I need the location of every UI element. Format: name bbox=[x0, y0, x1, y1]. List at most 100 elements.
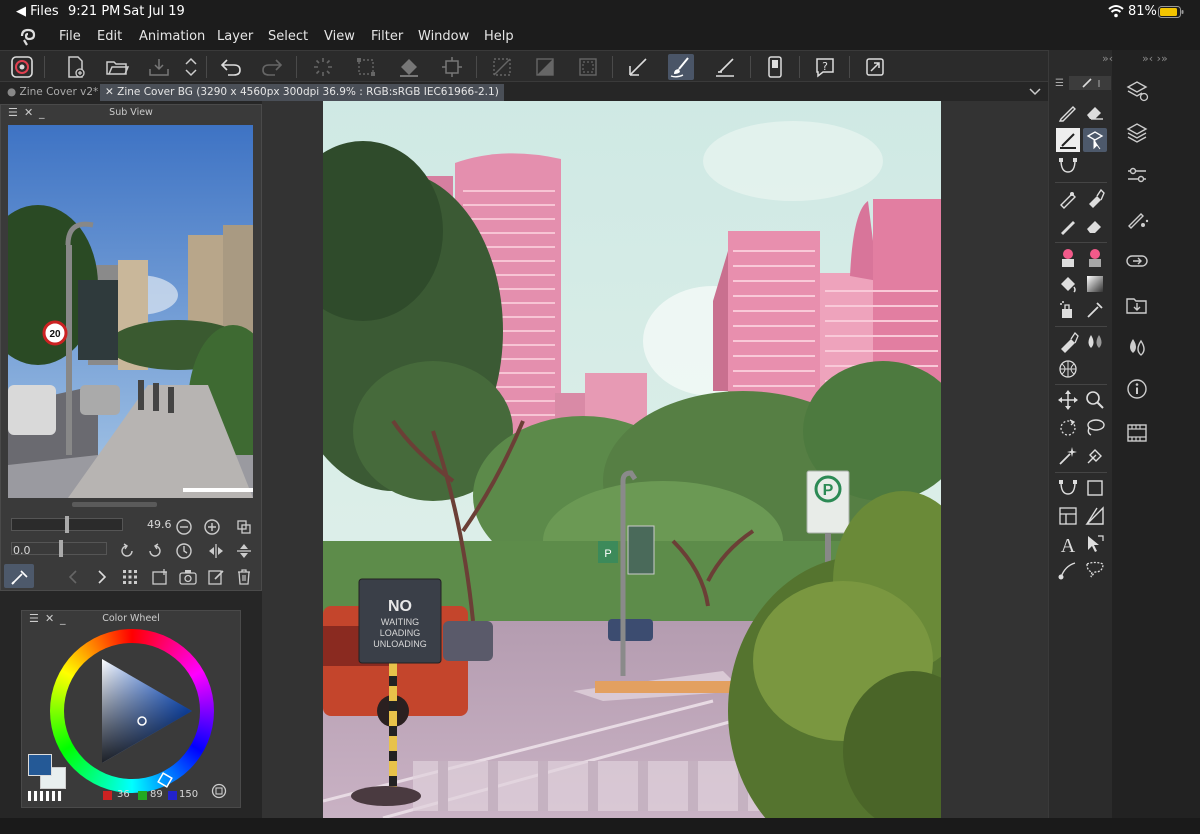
fill-bucket-tool-icon[interactable] bbox=[1056, 272, 1080, 296]
edit-image-icon[interactable] bbox=[206, 567, 226, 587]
rotation-slider[interactable] bbox=[11, 540, 107, 557]
correct-line-tool-icon[interactable] bbox=[1056, 558, 1080, 582]
eraser-tool-icon[interactable] bbox=[1083, 100, 1107, 124]
zoom-slider[interactable] bbox=[11, 516, 123, 533]
layer-select-tool-icon[interactable] bbox=[1083, 128, 1107, 152]
clip-studio-logo-icon[interactable] bbox=[18, 27, 38, 47]
brush-size-icon[interactable] bbox=[1124, 206, 1150, 232]
ruler-icon[interactable] bbox=[712, 54, 738, 80]
zoom-slider-handle[interactable] bbox=[65, 516, 69, 533]
rotate-tool-icon[interactable] bbox=[1056, 416, 1080, 440]
menu-file[interactable]: File bbox=[59, 29, 81, 44]
fill-brush-tool-icon[interactable] bbox=[1056, 128, 1080, 152]
curve-tool-icon[interactable] bbox=[1056, 154, 1080, 178]
eyedropper-button[interactable] bbox=[4, 564, 34, 588]
operation-tool-icon[interactable] bbox=[1083, 532, 1107, 556]
navigator-icon[interactable] bbox=[1124, 248, 1150, 274]
airbrush-tool-icon[interactable] bbox=[1056, 298, 1080, 322]
menu-select[interactable]: Select bbox=[268, 29, 308, 44]
expand-arrows-icon[interactable] bbox=[178, 54, 204, 80]
bezier-curve-tool-icon[interactable] bbox=[1056, 476, 1080, 500]
menu-view[interactable]: View bbox=[324, 29, 355, 44]
app-logo-icon[interactable] bbox=[9, 54, 35, 80]
menu-edit[interactable]: Edit bbox=[97, 29, 122, 44]
tool-palette-menu-icon[interactable]: ☰ bbox=[1055, 78, 1064, 89]
rotate-left-icon[interactable] bbox=[117, 541, 137, 561]
camera-icon[interactable] bbox=[178, 567, 198, 587]
show-selection-icon[interactable] bbox=[575, 54, 601, 80]
material-icon[interactable] bbox=[1124, 292, 1150, 318]
previous-image-icon[interactable] bbox=[63, 567, 83, 587]
text-tool-icon[interactable]: A bbox=[1056, 532, 1080, 556]
blend-tool-icon[interactable] bbox=[1056, 330, 1080, 354]
open-file-icon[interactable] bbox=[104, 54, 130, 80]
fill-icon[interactable] bbox=[396, 54, 422, 80]
trash-icon[interactable] bbox=[234, 567, 254, 587]
tool-tab[interactable] bbox=[1069, 76, 1111, 90]
tab-zine-cover-bg[interactable]: ✕ Zine Cover BG (3290 x 4560px 300dpi 36… bbox=[100, 84, 504, 101]
pen-pressure-icon[interactable] bbox=[625, 54, 651, 80]
tab-zine-cover-v2[interactable]: ● Zine Cover v2* bbox=[2, 84, 103, 101]
brush-icon[interactable] bbox=[668, 54, 694, 80]
blur-tool-icon[interactable] bbox=[1083, 330, 1107, 354]
menu-layer[interactable]: Layer bbox=[217, 29, 253, 44]
color-mode-icon[interactable] bbox=[211, 783, 227, 799]
gradient-tool-icon[interactable] bbox=[1083, 272, 1107, 296]
clear-selection-icon[interactable] bbox=[489, 54, 515, 80]
photo-scrollbar[interactable] bbox=[72, 502, 157, 507]
hue-ring[interactable] bbox=[50, 629, 214, 793]
loading-icon[interactable] bbox=[310, 54, 336, 80]
ink-pen-tool-icon[interactable] bbox=[1056, 214, 1080, 238]
magic-wand-tool-icon[interactable] bbox=[1056, 444, 1080, 468]
save-icon[interactable] bbox=[146, 54, 172, 80]
smartphone-icon[interactable] bbox=[762, 54, 788, 80]
main-color-swatch[interactable] bbox=[28, 754, 52, 776]
flip-vertical-icon[interactable] bbox=[234, 541, 254, 561]
new-file-icon[interactable] bbox=[62, 54, 88, 80]
menu-animation[interactable]: Animation bbox=[139, 29, 205, 44]
decoration-tool-2-icon[interactable] bbox=[1083, 246, 1107, 270]
zoom-tool-icon[interactable] bbox=[1083, 388, 1107, 412]
tab-close-icon[interactable]: ✕ bbox=[105, 86, 117, 98]
fullscreen-icon[interactable] bbox=[862, 54, 888, 80]
pencil-tool-icon[interactable] bbox=[1056, 186, 1080, 210]
rotate-right-icon[interactable] bbox=[145, 541, 165, 561]
layer-properties-icon[interactable] bbox=[1124, 78, 1150, 104]
collapse-left-icon[interactable]: »‹ bbox=[1102, 52, 1113, 65]
rotation-slider-handle[interactable] bbox=[59, 540, 63, 557]
balloon-tool-icon[interactable] bbox=[1083, 558, 1107, 582]
pen-path-tool-icon[interactable] bbox=[1083, 444, 1107, 468]
help-icon[interactable]: ? bbox=[812, 54, 838, 80]
zoom-out-icon[interactable] bbox=[174, 517, 194, 537]
undo-icon[interactable] bbox=[218, 54, 244, 80]
menu-filter[interactable]: Filter bbox=[371, 29, 403, 44]
lasso-tool-icon[interactable] bbox=[1083, 416, 1107, 440]
timeline-icon[interactable] bbox=[1124, 420, 1150, 446]
menu-window[interactable]: Window bbox=[418, 29, 469, 44]
import-image-icon[interactable] bbox=[150, 567, 170, 587]
transform-selection-icon[interactable] bbox=[353, 54, 379, 80]
saturation-triangle[interactable] bbox=[50, 629, 214, 793]
rectangle-tool-icon[interactable] bbox=[1083, 476, 1107, 500]
canvas-artwork[interactable]: NO WAITING LOADING UNLOADING P P bbox=[323, 101, 941, 818]
marker-tool-icon[interactable] bbox=[1083, 186, 1107, 210]
zoom-in-icon[interactable] bbox=[202, 517, 222, 537]
transparent-color-swatch[interactable] bbox=[28, 791, 62, 801]
tool-property-icon[interactable] bbox=[1124, 162, 1150, 188]
invert-selection-icon[interactable] bbox=[532, 54, 558, 80]
next-image-icon[interactable] bbox=[92, 567, 112, 587]
color-icon[interactable] bbox=[1124, 334, 1150, 360]
reference-photo[interactable]: 20 bbox=[8, 125, 253, 498]
frame-border-tool-icon[interactable] bbox=[1056, 504, 1080, 528]
redo-icon[interactable] bbox=[259, 54, 285, 80]
back-to-files-link[interactable]: ◀ Files bbox=[16, 4, 59, 19]
move-tool-icon[interactable] bbox=[1056, 388, 1080, 412]
info-icon[interactable] bbox=[1124, 376, 1150, 402]
ruler-tool-icon[interactable] bbox=[1083, 504, 1107, 528]
decoration-tool-icon[interactable] bbox=[1056, 246, 1080, 270]
tab-list-chevron-icon[interactable] bbox=[1028, 84, 1042, 98]
eyedropper-tool-icon[interactable] bbox=[1083, 298, 1107, 322]
layers-icon[interactable] bbox=[1124, 120, 1150, 146]
pen-tool-icon[interactable] bbox=[1056, 100, 1080, 124]
fit-view-icon[interactable] bbox=[234, 517, 254, 537]
